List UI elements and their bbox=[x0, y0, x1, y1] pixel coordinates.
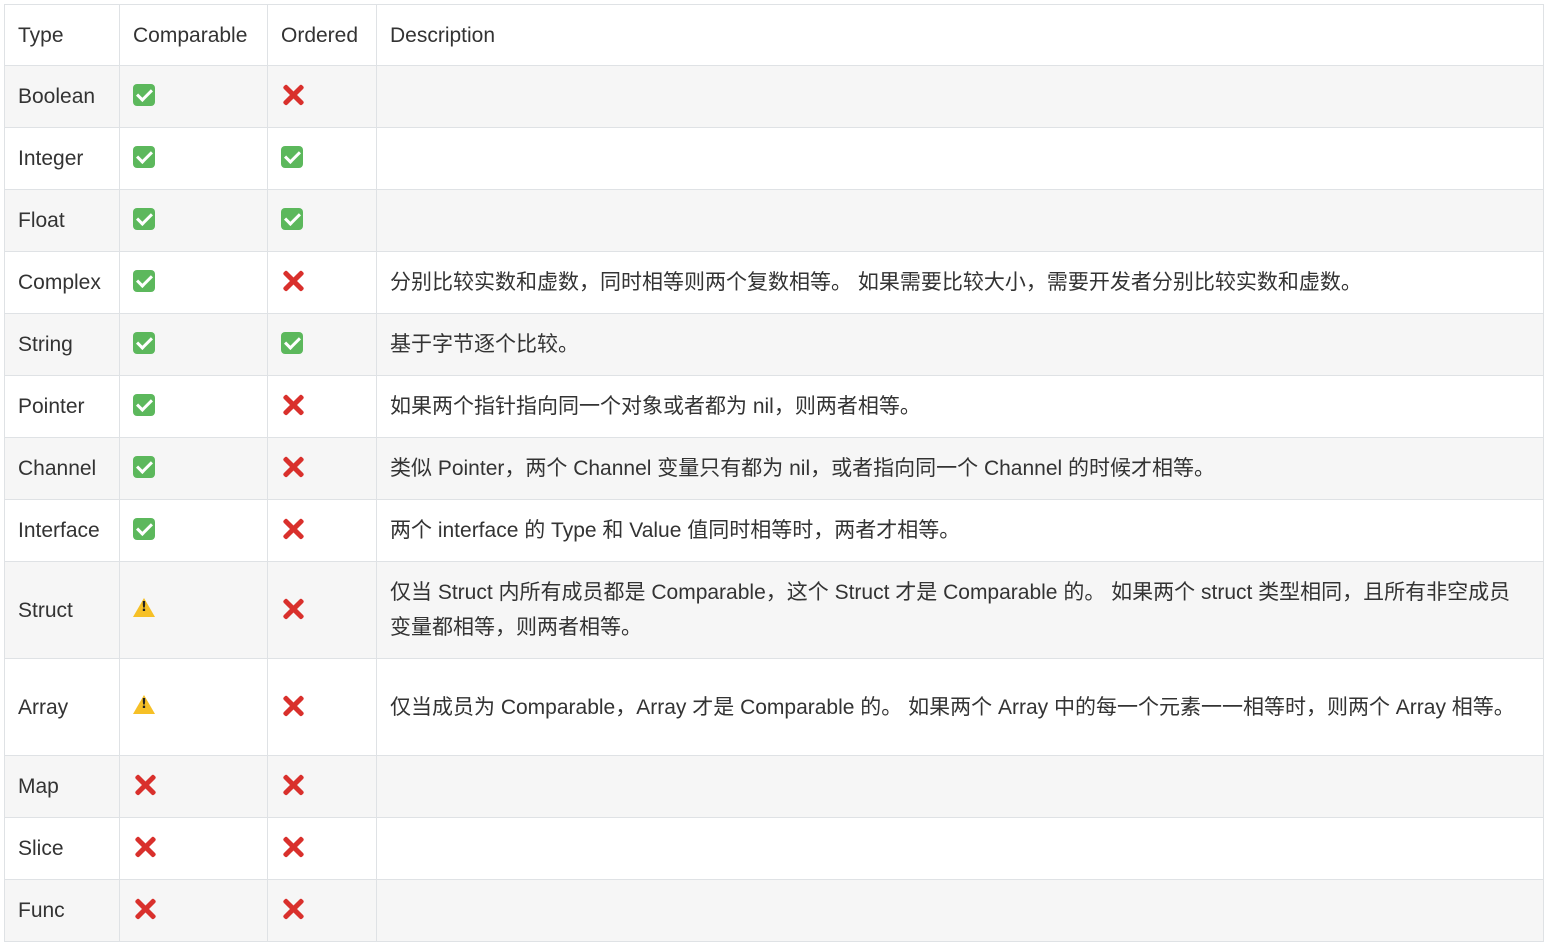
description-cell bbox=[376, 755, 1544, 818]
table-body: Boolean Integer Float Complex 分别比较实数和虚数，同时相等… bbox=[4, 65, 1544, 942]
header-type: Type bbox=[4, 4, 120, 66]
ordered-cell bbox=[267, 879, 377, 942]
cross-mark-icon bbox=[281, 897, 305, 921]
description-cell bbox=[376, 189, 1544, 252]
check-mark-icon bbox=[133, 270, 155, 293]
ordered-cell bbox=[267, 65, 377, 128]
cross-mark-icon bbox=[133, 773, 157, 797]
comparable-cell bbox=[119, 658, 268, 756]
ordered-cell bbox=[267, 817, 377, 880]
table-row: Complex 分别比较实数和虚数，同时相等则两个复数相等。 如果需要比较大小，需… bbox=[4, 251, 1544, 314]
description-cell bbox=[376, 127, 1544, 190]
type-cell: Integer bbox=[4, 127, 120, 190]
table-row: Func bbox=[4, 879, 1544, 942]
ordered-cell bbox=[267, 755, 377, 818]
type-comparison-table: Type Comparable Ordered Description Bool… bbox=[4, 4, 1544, 942]
check-mark-icon bbox=[133, 146, 155, 169]
check-mark-icon bbox=[281, 332, 303, 355]
ordered-cell bbox=[267, 437, 377, 500]
ordered-cell bbox=[267, 499, 377, 562]
comparable-cell bbox=[119, 437, 268, 500]
ordered-cell bbox=[267, 658, 377, 756]
cross-mark-icon bbox=[281, 517, 305, 541]
comparable-cell bbox=[119, 817, 268, 880]
check-mark-icon bbox=[133, 394, 155, 417]
check-mark-icon bbox=[133, 456, 155, 479]
type-cell: Float bbox=[4, 189, 120, 252]
description-cell: 两个 interface 的 Type 和 Value 值同时相等时，两者才相等… bbox=[376, 499, 1544, 562]
table-row: Interface 两个 interface 的 Type 和 Value 值同时… bbox=[4, 499, 1544, 562]
type-cell: Slice bbox=[4, 817, 120, 880]
cross-mark-icon bbox=[281, 393, 305, 417]
comparable-cell bbox=[119, 65, 268, 128]
ordered-cell bbox=[267, 127, 377, 190]
type-cell: Complex bbox=[4, 251, 120, 314]
description-cell: 基于字节逐个比较。 bbox=[376, 313, 1544, 376]
type-cell: Interface bbox=[4, 499, 120, 562]
comparable-cell bbox=[119, 499, 268, 562]
warning-icon bbox=[133, 695, 155, 715]
ordered-cell bbox=[267, 313, 377, 376]
table-row: Slice bbox=[4, 817, 1544, 880]
check-mark-icon bbox=[133, 208, 155, 231]
cross-mark-icon bbox=[281, 835, 305, 859]
ordered-cell bbox=[267, 561, 377, 659]
type-cell: Channel bbox=[4, 437, 120, 500]
table-row: String 基于字节逐个比较。 bbox=[4, 313, 1544, 376]
description-cell: 如果两个指针指向同一个对象或者都为 nil，则两者相等。 bbox=[376, 375, 1544, 438]
comparable-cell bbox=[119, 251, 268, 314]
table-row: Map bbox=[4, 755, 1544, 818]
header-ordered: Ordered bbox=[267, 4, 377, 66]
cross-mark-icon bbox=[281, 694, 305, 718]
type-cell: Pointer bbox=[4, 375, 120, 438]
table-row: Array 仅当成员为 Comparable，Array 才是 Comparabl… bbox=[4, 658, 1544, 756]
description-cell: 仅当成员为 Comparable，Array 才是 Comparable 的。 … bbox=[376, 658, 1544, 756]
comparable-cell bbox=[119, 313, 268, 376]
cross-mark-icon bbox=[281, 455, 305, 479]
table-row: Boolean bbox=[4, 65, 1544, 128]
comparable-cell bbox=[119, 755, 268, 818]
type-cell: Func bbox=[4, 879, 120, 942]
cross-mark-icon bbox=[281, 597, 305, 621]
type-cell: Boolean bbox=[4, 65, 120, 128]
check-mark-icon bbox=[133, 84, 155, 107]
cross-mark-icon bbox=[133, 897, 157, 921]
check-mark-icon bbox=[133, 518, 155, 541]
header-row: Type Comparable Ordered Description bbox=[4, 4, 1544, 66]
table-row: Struct 仅当 Struct 内所有成员都是 Comparable，这个 St… bbox=[4, 561, 1544, 659]
type-cell: Struct bbox=[4, 561, 120, 659]
comparison-table-container: Type Comparable Ordered Description Bool… bbox=[4, 4, 1544, 942]
cross-mark-icon bbox=[281, 773, 305, 797]
description-cell: 类似 Pointer，两个 Channel 变量只有都为 nil，或者指向同一个… bbox=[376, 437, 1544, 500]
ordered-cell bbox=[267, 189, 377, 252]
comparable-cell bbox=[119, 189, 268, 252]
comparable-cell bbox=[119, 879, 268, 942]
table-row: Float bbox=[4, 189, 1544, 252]
table-row: Channel 类似 Pointer，两个 Channel 变量只有都为 nil，… bbox=[4, 437, 1544, 500]
cross-mark-icon bbox=[281, 269, 305, 293]
ordered-cell bbox=[267, 251, 377, 314]
comparable-cell bbox=[119, 375, 268, 438]
cross-mark-icon bbox=[133, 835, 157, 859]
description-cell: 仅当 Struct 内所有成员都是 Comparable，这个 Struct 才… bbox=[376, 561, 1544, 659]
description-cell bbox=[376, 817, 1544, 880]
warning-icon bbox=[133, 598, 155, 618]
check-mark-icon bbox=[281, 146, 303, 169]
description-cell bbox=[376, 879, 1544, 942]
comparable-cell bbox=[119, 127, 268, 190]
table-row: Pointer 如果两个指针指向同一个对象或者都为 nil，则两者相等。 bbox=[4, 375, 1544, 438]
type-cell: String bbox=[4, 313, 120, 376]
description-cell bbox=[376, 65, 1544, 128]
type-cell: Array bbox=[4, 658, 120, 756]
header-description: Description bbox=[376, 4, 1544, 66]
description-cell: 分别比较实数和虚数，同时相等则两个复数相等。 如果需要比较大小，需要开发者分别比… bbox=[376, 251, 1544, 314]
cross-mark-icon bbox=[281, 83, 305, 107]
type-cell: Map bbox=[4, 755, 120, 818]
check-mark-icon bbox=[281, 208, 303, 231]
ordered-cell bbox=[267, 375, 377, 438]
comparable-cell bbox=[119, 561, 268, 659]
table-row: Integer bbox=[4, 127, 1544, 190]
header-comparable: Comparable bbox=[119, 4, 268, 66]
check-mark-icon bbox=[133, 332, 155, 355]
